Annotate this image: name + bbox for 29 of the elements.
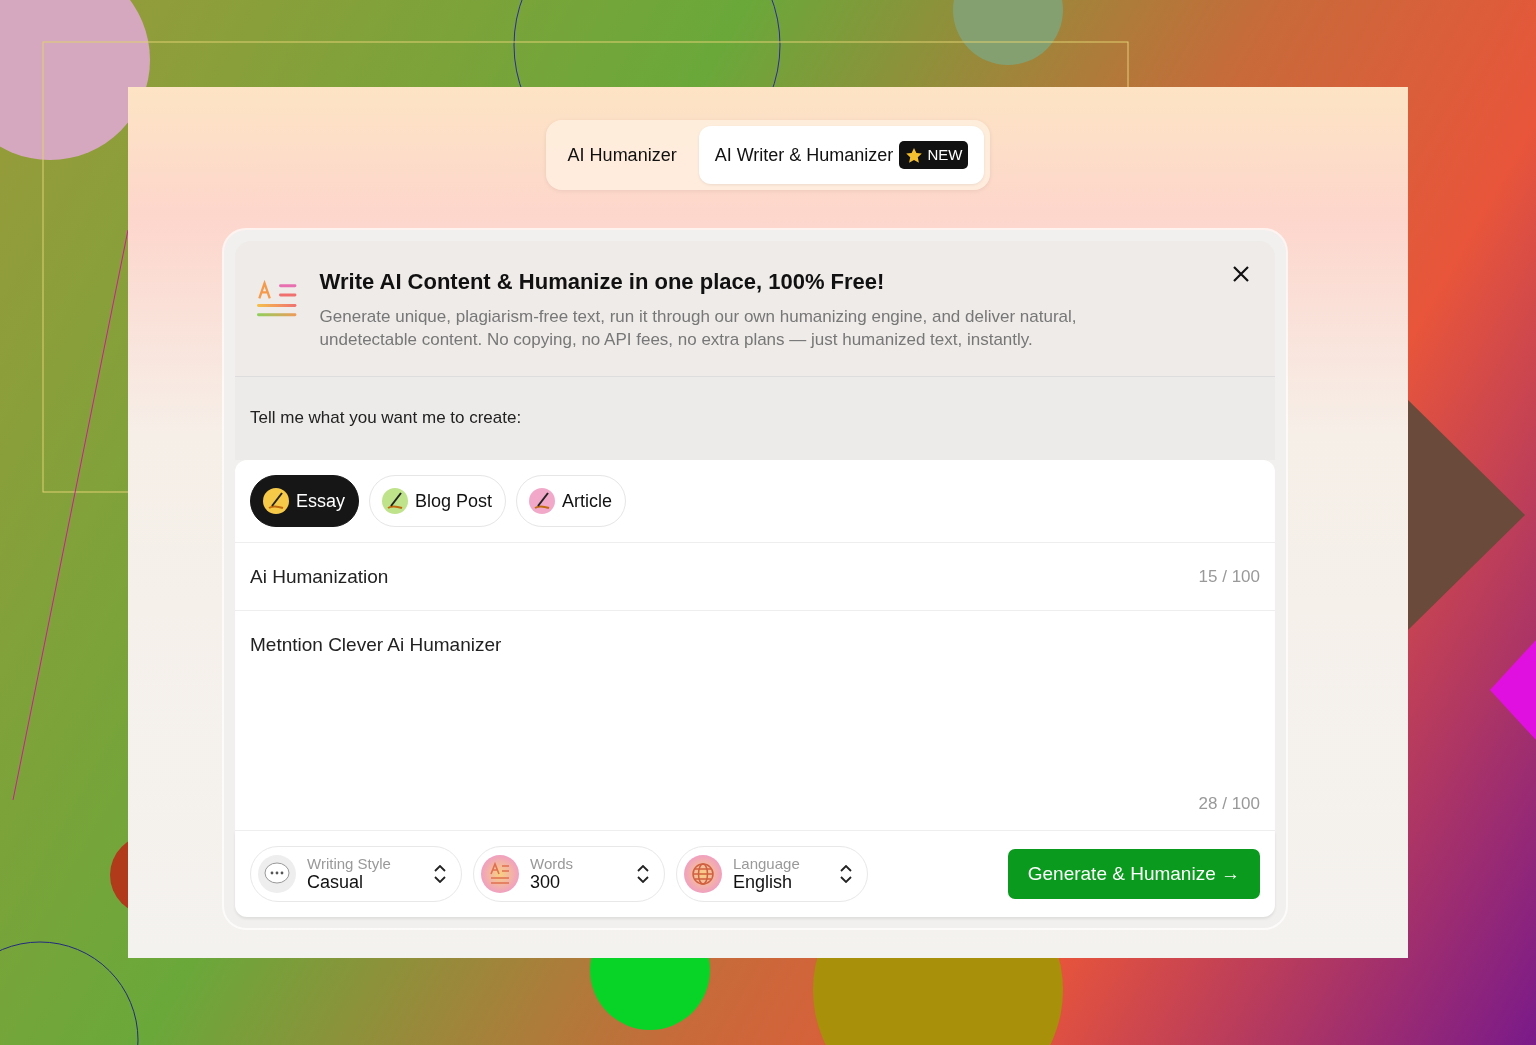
chevron-updown-icon bbox=[636, 865, 650, 884]
globe-icon bbox=[683, 854, 723, 895]
character-counter: 28 / 100 bbox=[1198, 793, 1260, 813]
tab[interactable]: AI Humanizer bbox=[551, 126, 693, 184]
character-counter: 15 / 100 bbox=[1198, 566, 1260, 589]
new-badge: NEW bbox=[899, 140, 969, 170]
dropdown-selector[interactable]: Words 300 bbox=[473, 846, 665, 903]
dropdown-selector[interactable]: Writing Style Casual bbox=[250, 846, 462, 903]
topic-input[interactable]: Ai Humanization bbox=[250, 562, 1199, 592]
content-type-chip[interactable]: Essay bbox=[250, 475, 360, 528]
chevron-updown-icon bbox=[839, 865, 853, 884]
content-type-chip[interactable]: Blog Post bbox=[369, 475, 507, 528]
close-icon bbox=[1231, 263, 1251, 284]
topic-field[interactable]: Ai Humanization 15 / 100 bbox=[235, 543, 1275, 612]
chat-bubble-icon bbox=[257, 854, 297, 895]
dropdown-selector[interactable]: Language English bbox=[676, 846, 868, 903]
text-lines-icon bbox=[480, 854, 520, 895]
pencil-icon bbox=[263, 488, 289, 515]
details-field[interactable]: Metntion Clever Ai Humanizer 28 / 100 bbox=[235, 611, 1275, 832]
banner-title: Write AI Content & Humanize in one place, 100% Free! bbox=[319, 268, 886, 296]
banner-text: Generate unique, plagiarism-free text, run it through our own humanizing engine, and deliver natural, undetectable content. No copying, no API fees, no extra plans — just humanized text, instantly. bbox=[319, 306, 1078, 351]
star-icon bbox=[905, 146, 924, 164]
prompt-label: Tell me what you want me to create: bbox=[235, 376, 1275, 461]
pencil-icon bbox=[382, 488, 409, 515]
tab[interactable]: AI Writer & Humanizer NEW bbox=[698, 126, 985, 184]
pencil-icon bbox=[529, 488, 556, 515]
chevron-updown-icon bbox=[433, 865, 447, 884]
content-type-chip[interactable]: Article bbox=[516, 475, 627, 528]
generate-button[interactable]: Generate & Humanize → bbox=[1007, 849, 1260, 900]
